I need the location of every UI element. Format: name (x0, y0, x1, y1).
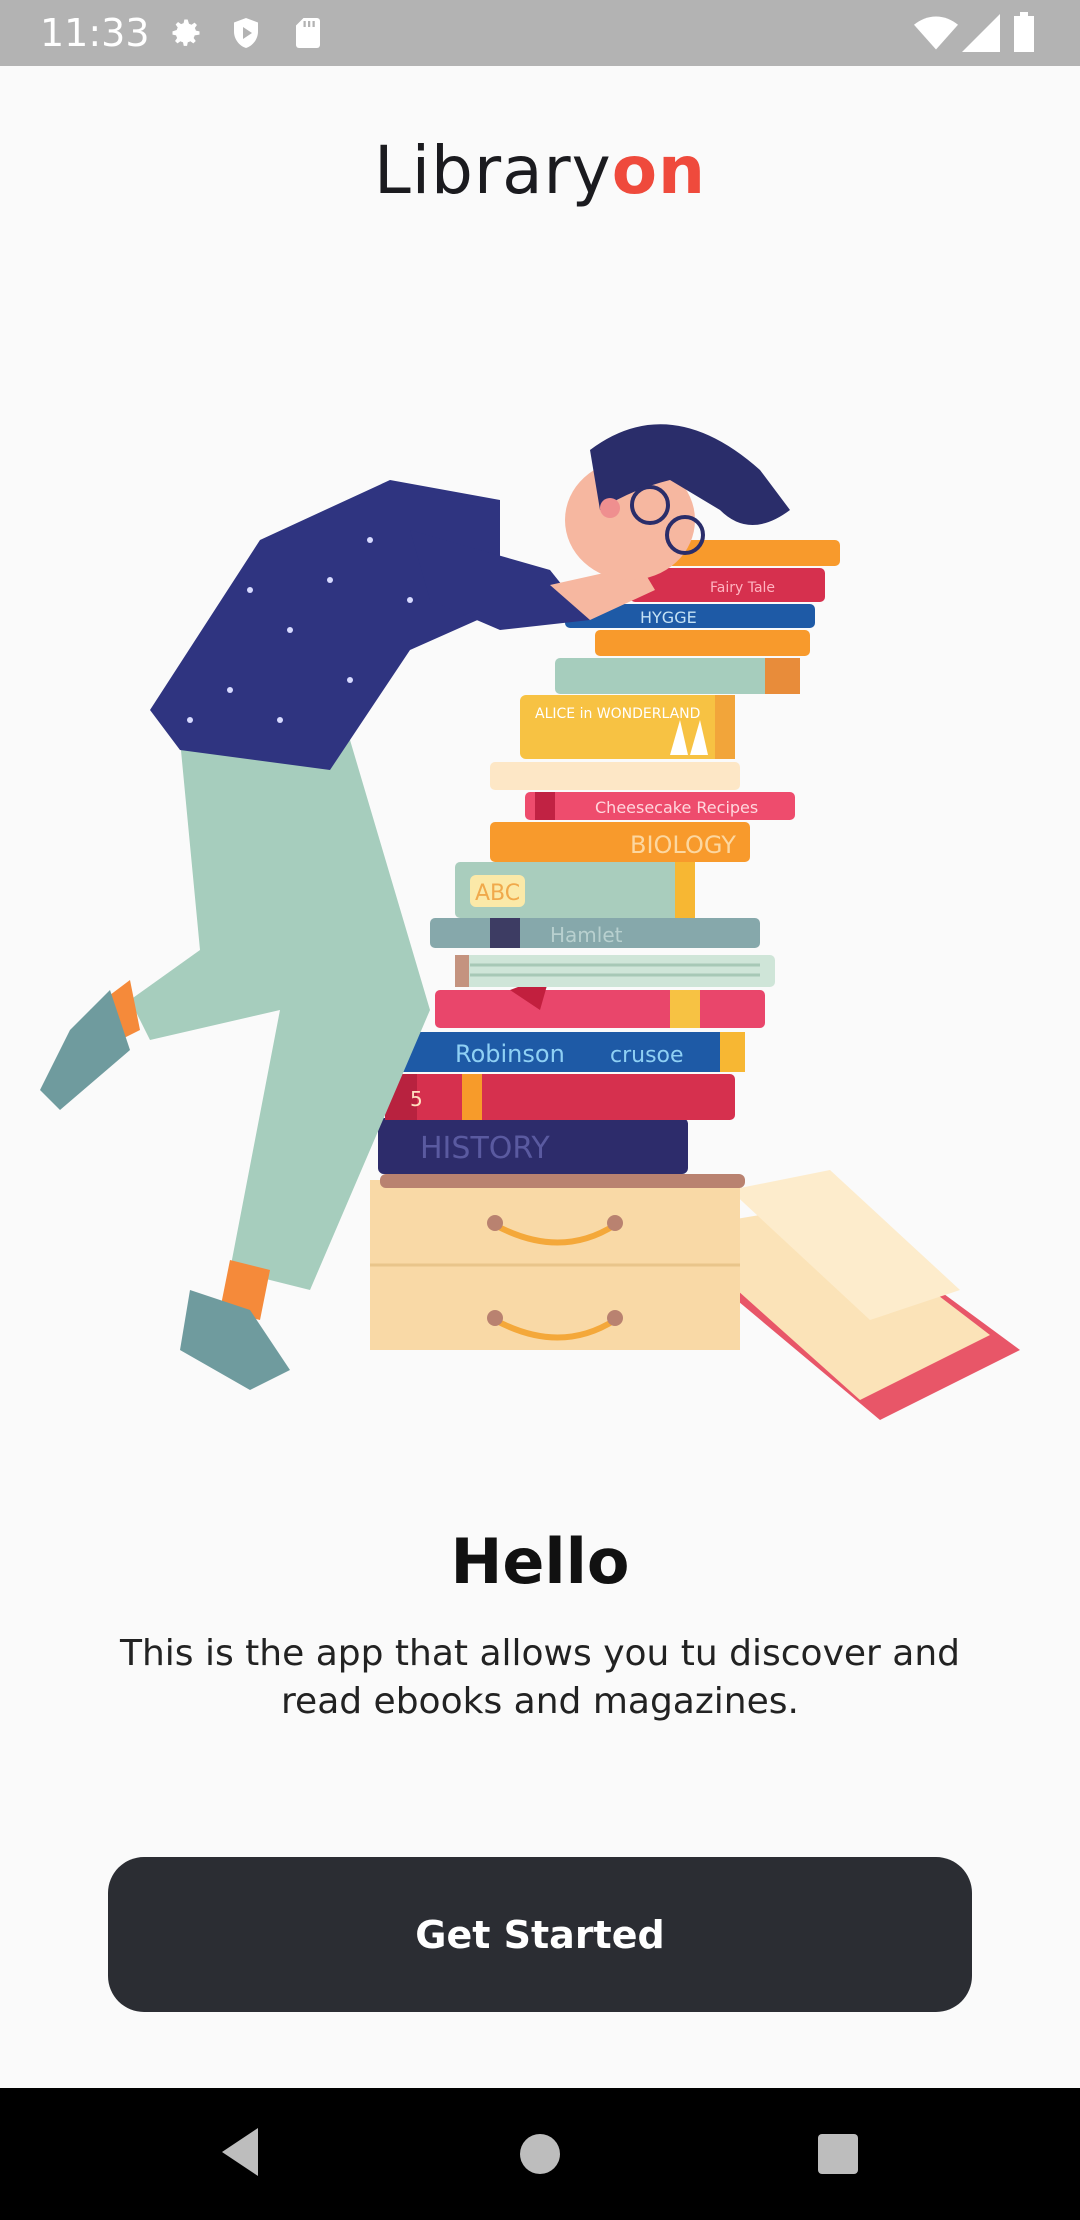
onboarding-description: This is the app that allows you tu disco… (119, 1633, 961, 1722)
book-spine-fairy-tale: Fairy Tale (710, 580, 775, 596)
signal-icon (962, 14, 1000, 56)
book-spine-hygge: HYGGE (640, 608, 697, 627)
wifi-icon (914, 14, 958, 56)
status-time: 11:33 (40, 11, 150, 55)
book-spine-alice: ALICE in WONDERLAND (535, 706, 700, 722)
get-started-button[interactable]: Get Started (108, 1857, 972, 2012)
book-stack-image: HISTORY 5 Robinson crusoe Hamlet ABC BIO… (378, 540, 840, 1174)
book-spine-five: 5 (410, 1087, 423, 1111)
book-spine-robinson: Robinson (455, 1040, 565, 1068)
book-spine-crusoe: crusoe (610, 1043, 684, 1068)
onboarding-title: Hello (450, 1525, 630, 1598)
sd-card-icon (290, 15, 326, 55)
status-bar: 11:33 (0, 0, 1080, 66)
back-icon[interactable] (218, 2124, 262, 2184)
book-spine-abc: ABC (475, 881, 520, 906)
book-spine-hamlet: Hamlet (550, 923, 623, 947)
recents-icon[interactable] (816, 2132, 860, 2180)
book-spine-biology: BIOLOGY (630, 831, 736, 859)
drawer-cabinet-image (370, 1174, 745, 1350)
logo-text-main: Library (373, 132, 612, 209)
book-spine-history: HISTORY (420, 1131, 550, 1166)
home-icon[interactable] (518, 2132, 562, 2180)
battery-icon (1012, 12, 1036, 56)
gear-icon (168, 15, 204, 55)
hero-illustration: HISTORY 5 Robinson crusoe Hamlet ABC BIO… (30, 390, 1040, 1430)
app-logo: Libraryon (0, 128, 1080, 214)
shield-icon (228, 15, 264, 55)
book-spine-cheesecake: Cheesecake Recipes (595, 798, 758, 817)
system-nav-bar (0, 2088, 1080, 2220)
logo-text-accent: on (611, 132, 707, 209)
